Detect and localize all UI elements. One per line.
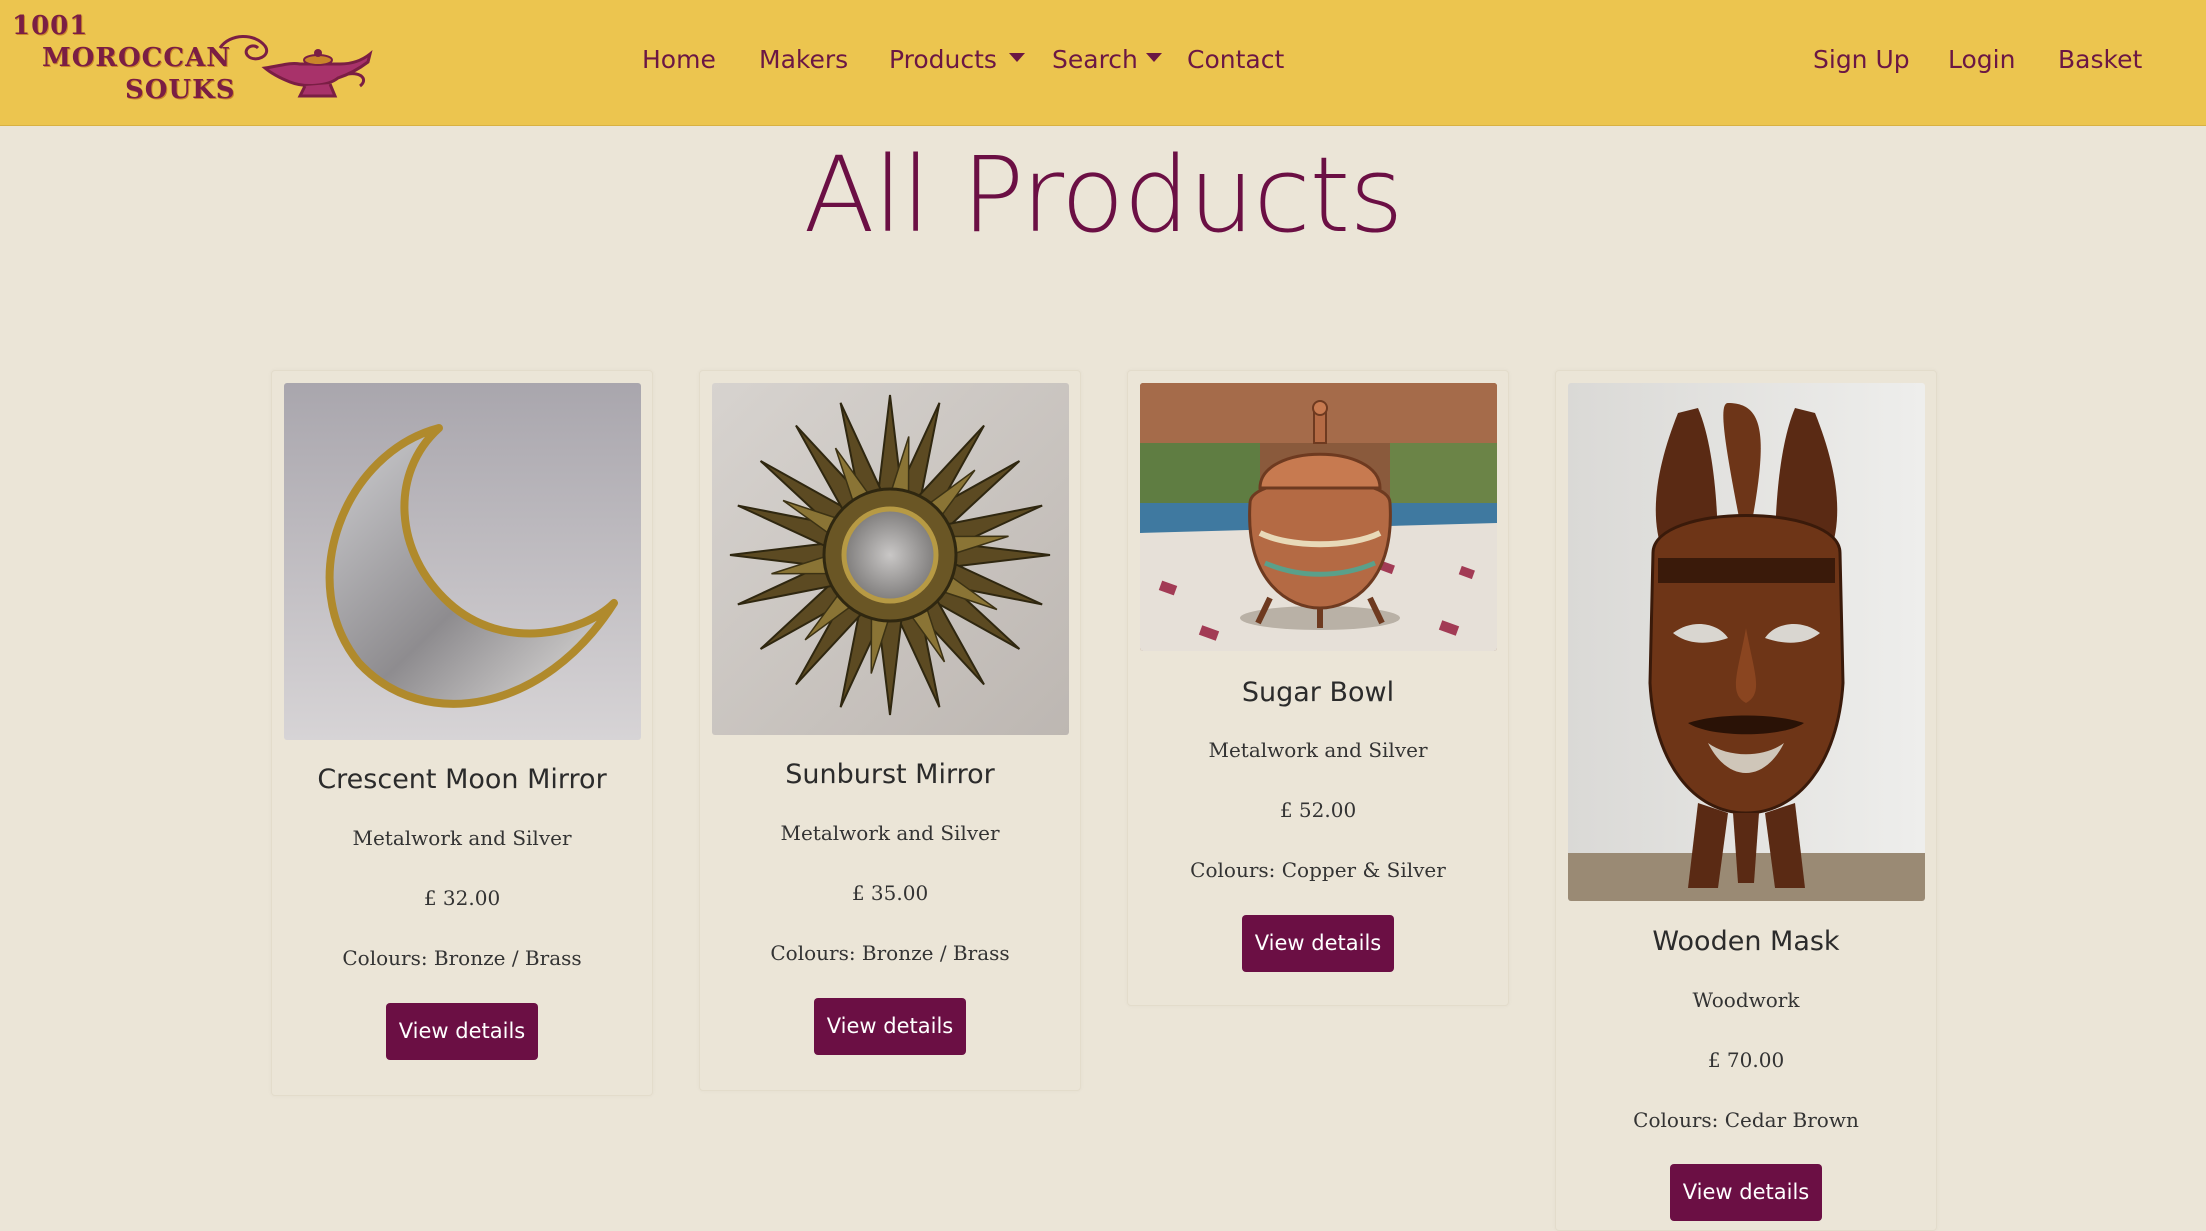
nav-search-dropdown[interactable]: Search (1052, 40, 1162, 80)
nav-login[interactable]: Login (1948, 40, 2015, 80)
product-category: Woodwork (1692, 988, 1800, 1012)
nav-makers[interactable]: Makers (759, 40, 848, 80)
sugar-bowl-image (1140, 383, 1497, 651)
product-name: Sunburst Mirror (785, 759, 995, 790)
nav-basket[interactable]: Basket (2058, 40, 2142, 80)
product-price: £ 35.00 (851, 881, 929, 905)
product-category: Metalwork and Silver (1208, 738, 1428, 762)
product-price: £ 32.00 (423, 886, 501, 910)
product-category: Metalwork and Silver (352, 826, 572, 850)
brand-logo[interactable]: 1001 MOROCCAN SOUKS (10, 10, 373, 110)
nav-products-dropdown[interactable]: Products (889, 40, 1025, 80)
nav-home[interactable]: Home (642, 40, 716, 80)
product-card-sunburst-mirror: Sunburst Mirror Metalwork and Silver £ 3… (699, 370, 1081, 1091)
product-name: Crescent Moon Mirror (317, 764, 607, 795)
product-image-crescent-moon-mirror[interactable] (284, 383, 641, 740)
wooden-mask-image (1568, 383, 1925, 901)
view-details-button[interactable]: View details (1670, 1164, 1822, 1221)
product-colours: Colours: Cedar Brown (1633, 1108, 1859, 1132)
crescent-moon-mirror-image (284, 383, 641, 740)
product-card-wooden-mask: Wooden Mask Woodwork £ 70.00 Colours: Ce… (1555, 370, 1937, 1231)
product-image-wooden-mask[interactable] (1568, 383, 1925, 901)
product-colours: Colours: Bronze / Brass (770, 941, 1010, 965)
product-price: £ 70.00 (1707, 1048, 1785, 1072)
navbar: 1001 MOROCCAN SOUKS Home Makers Products… (0, 0, 2206, 126)
product-category: Metalwork and Silver (780, 821, 1000, 845)
product-card-crescent-moon-mirror: Crescent Moon Mirror Metalwork and Silve… (271, 370, 653, 1096)
sunburst-mirror-image (712, 383, 1069, 735)
product-image-sugar-bowl[interactable] (1140, 383, 1497, 651)
nav-signup[interactable]: Sign Up (1813, 40, 1910, 80)
product-name: Sugar Bowl (1241, 677, 1395, 708)
caret-down-icon (1008, 53, 1025, 62)
logo-line-1: 1001 (12, 11, 89, 41)
nav-products-label: Products (889, 45, 997, 74)
product-card-sugar-bowl: Sugar Bowl Metalwork and Silver £ 52.00 … (1127, 370, 1509, 1006)
magic-lamp-icon (218, 35, 373, 98)
product-price: £ 52.00 (1279, 798, 1357, 822)
nav-contact[interactable]: Contact (1187, 40, 1284, 80)
page-title: All Products (803, 134, 1403, 256)
nav-search-label: Search (1052, 45, 1138, 74)
product-colours: Colours: Bronze / Brass (342, 946, 582, 970)
logo-text: 1001 MOROCCAN SOUKS (10, 10, 235, 106)
logo-line-2: MOROCCAN (42, 43, 232, 73)
view-details-button[interactable]: View details (386, 1003, 538, 1060)
product-image-sunburst-mirror[interactable] (712, 383, 1069, 735)
view-details-button[interactable]: View details (814, 998, 966, 1055)
product-colours: Colours: Copper & Silver (1190, 858, 1446, 882)
product-name: Wooden Mask (1652, 926, 1840, 957)
view-details-button[interactable]: View details (1242, 915, 1394, 972)
caret-down-icon (1145, 53, 1162, 62)
